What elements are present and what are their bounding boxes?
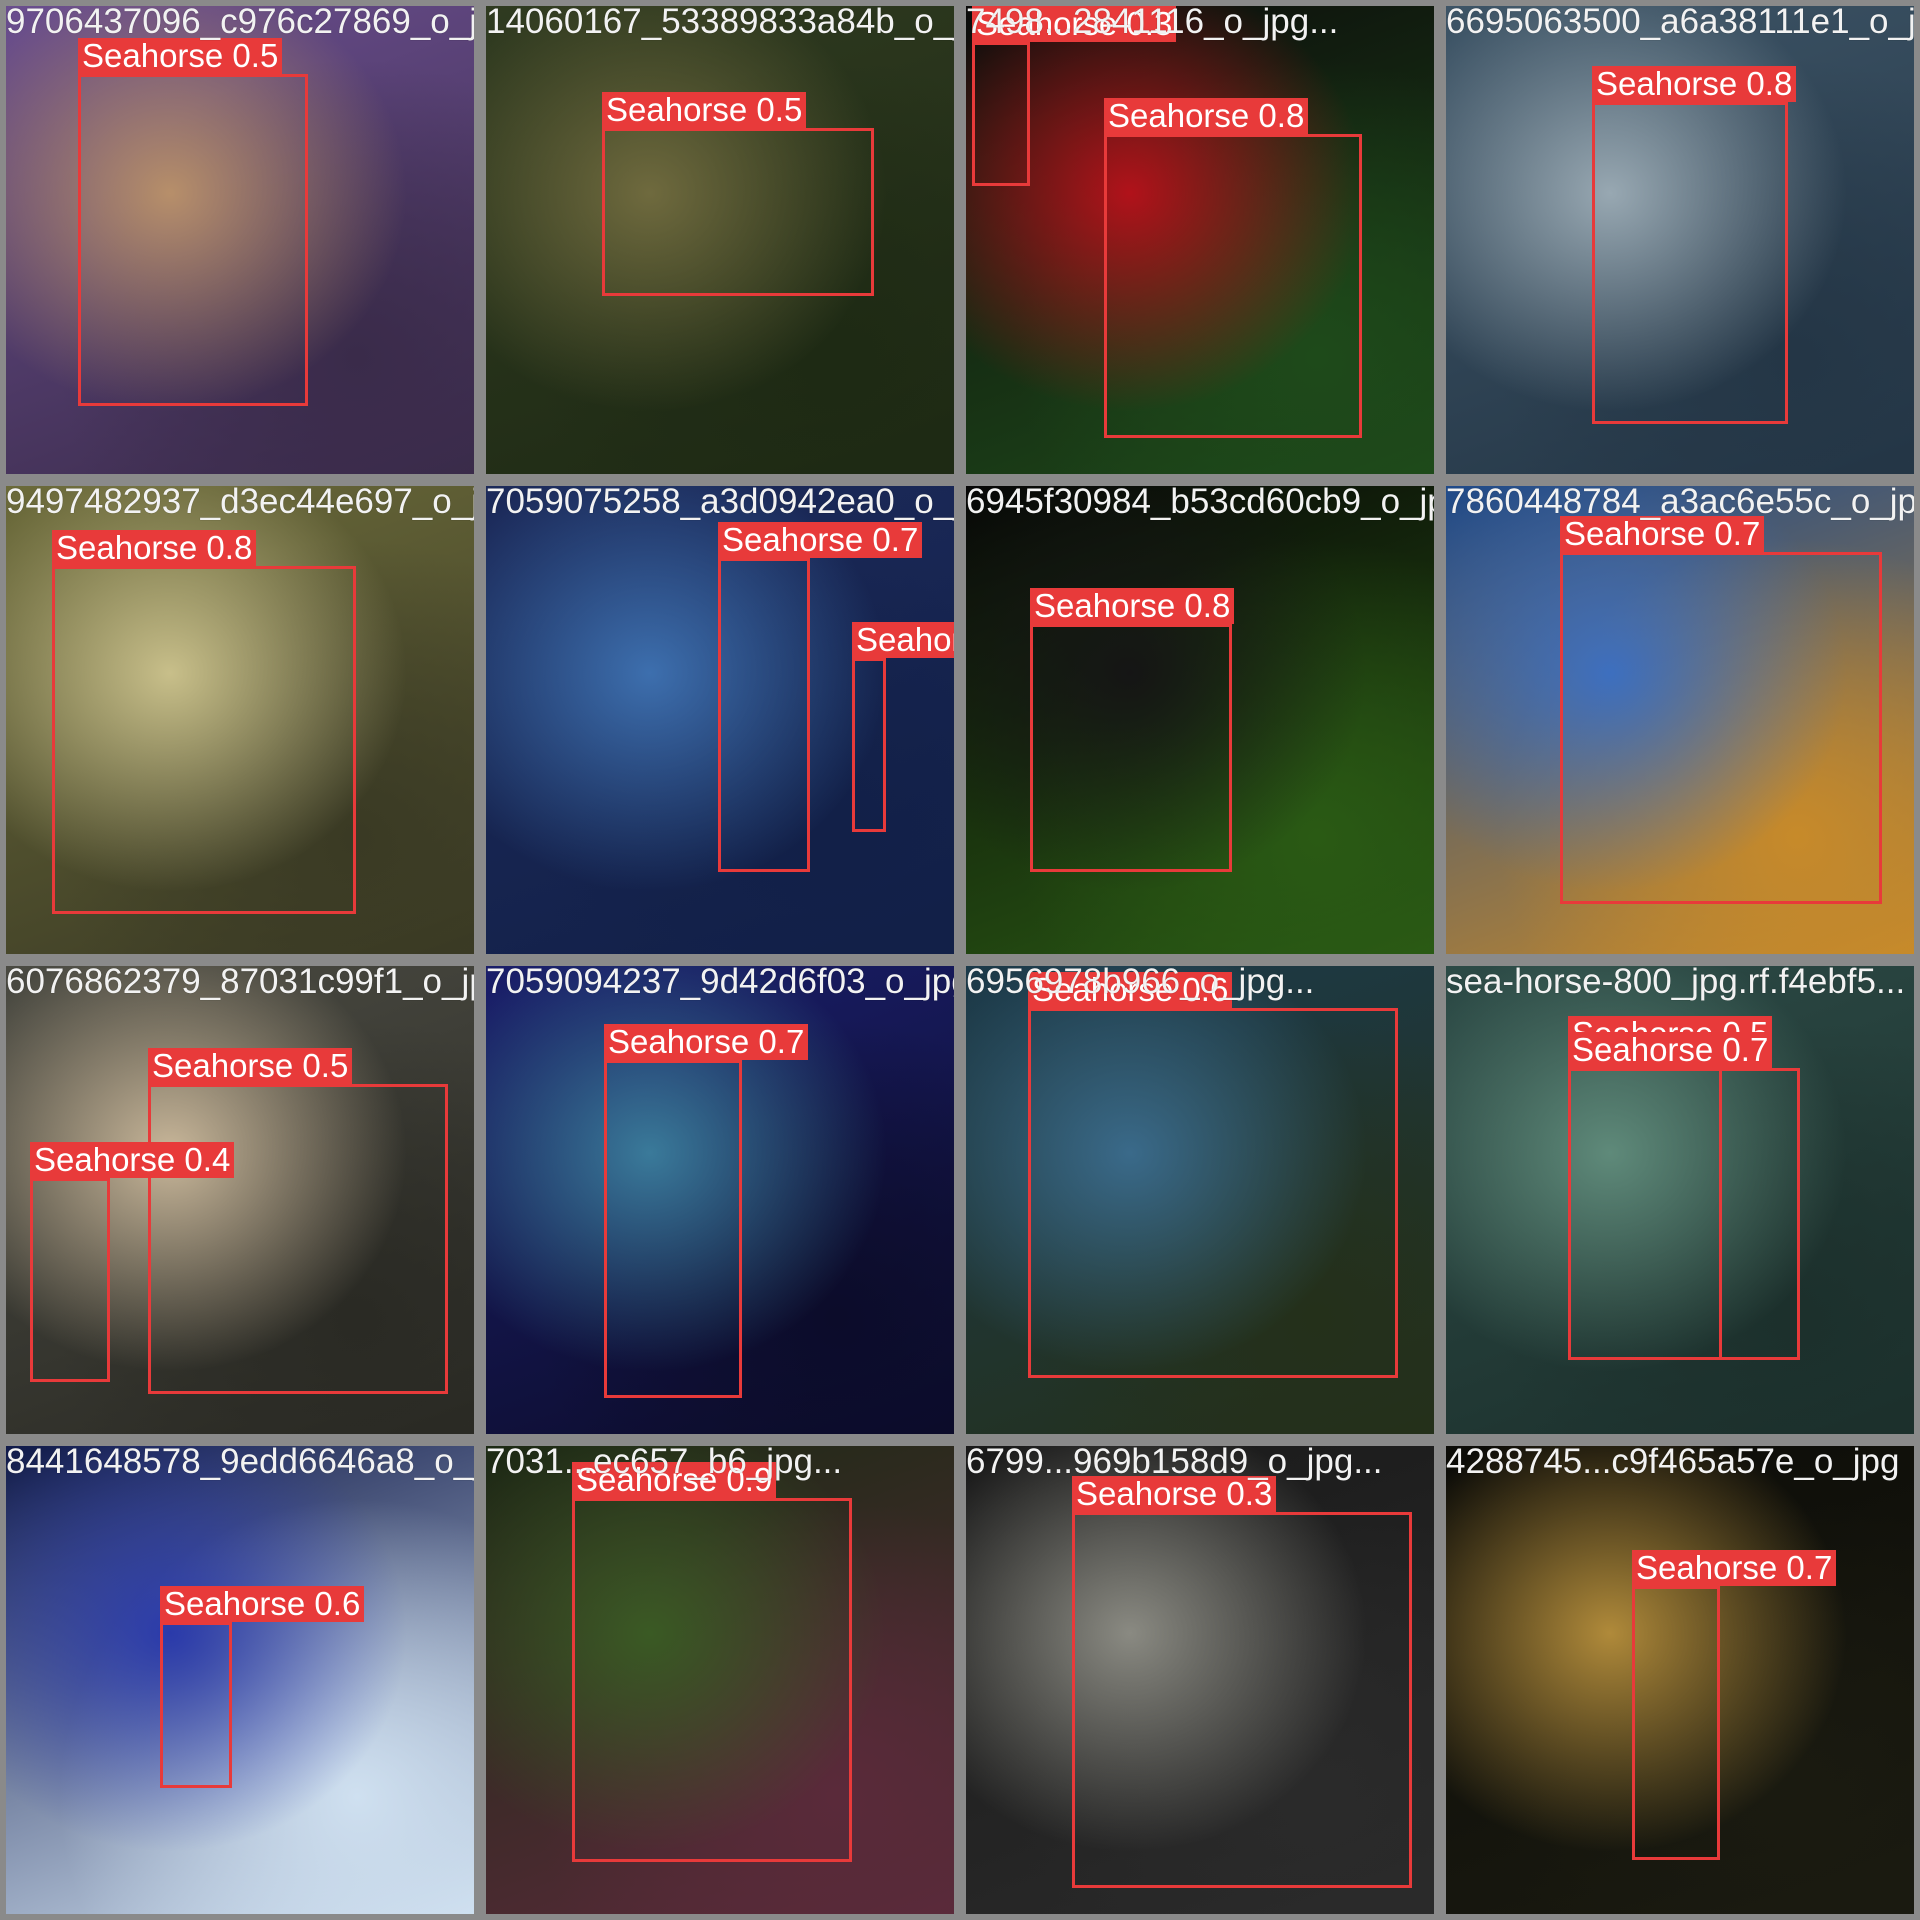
image-tile: 6695063500_a6a38111e1_o_jpg Seahorse 0.8 <box>1440 0 1920 480</box>
detection-box <box>1104 134 1362 438</box>
filename-label: 7031...ec657_b6_jpg... <box>486 1442 843 1481</box>
detection-label: Seahorse 0.5 <box>148 1048 353 1084</box>
image-tile: 9706437096_c976c27869_o_jpg.rf.3a8d...Se… <box>0 0 480 480</box>
detection-box <box>1632 1586 1720 1860</box>
detection-box <box>1592 102 1788 424</box>
detection-mosaic: 9706437096_c976c27869_o_jpg.rf.3a8d...Se… <box>0 0 1920 1920</box>
image-tile: 14060167_53389833a84b_o_jpg... Seahorse 0… <box>480 0 960 480</box>
detection-box <box>148 1084 448 1394</box>
filename-label: 9497482937_d3ec44e697_o_jpg.rf... <box>6 482 479 521</box>
detection-box <box>852 658 886 832</box>
image-tile: 8441648578_9edd6646a8_o_jpg.rf... Seahors… <box>0 1440 480 1920</box>
detection-box <box>602 128 874 296</box>
detection-label: Seahorse 0.3 <box>852 622 954 658</box>
filename-label: 7860448784_a3ac6e55c_o_jpg <box>1446 482 1920 521</box>
image-tile: 7498...2841116_o_jpg... Seahorse 0.3 Seaho… <box>960 0 1440 480</box>
image-tile: 6945f30984_b53cd60cb9_o_jpg... Seahorse 0… <box>960 480 1440 960</box>
image-tile: sea-horse-800_jpg.rf.f4ebf5... Seahorse 0… <box>1440 960 1920 1440</box>
image-tile: 6076862379_87031c99f1_o_jpg.rf... Seahors… <box>0 960 480 1440</box>
detection-label: Seahorse 0.7 <box>1568 1032 1773 1068</box>
detection-label: Seahorse 0.8 <box>52 530 257 566</box>
filename-label: sea-horse-800_jpg.rf.f4ebf5... <box>1446 962 1906 1001</box>
image-tile: 7059094237_9d42d6f03_o_jpg... Seahorse 0.… <box>480 960 960 1440</box>
filename-label: 6799...969b158d9_o_jpg... <box>966 1442 1383 1481</box>
image-tile: 7860448784_a3ac6e55c_o_jpg Seahorse 0.7 <box>1440 480 1920 960</box>
filename-label: 6956978b966_o_jpg... <box>966 962 1315 1001</box>
image-tile: 7031...ec657_b6_jpg... Seahorse 0.9 <box>480 1440 960 1920</box>
filename-label: 6076862379_87031c99f1_o_jpg.rf... <box>6 962 474 1001</box>
detection-box <box>972 42 1030 186</box>
detection-label: Seahorse 0.4 <box>30 1142 235 1178</box>
detection-box <box>718 558 810 872</box>
detection-box <box>52 566 356 914</box>
detection-label: Seahorse 0.8 <box>1030 588 1235 624</box>
detection-box <box>160 1622 232 1788</box>
filename-label: 4288745...c9f465a57e_o_jpg <box>1446 1442 1900 1481</box>
image-tile: 9497482937_d3ec44e697_o_jpg.rf... Seahors… <box>0 480 480 960</box>
detection-label: Seahorse 0.8 <box>1592 66 1797 102</box>
detection-box <box>1072 1512 1412 1888</box>
detection-box <box>1030 624 1232 872</box>
filename-label: 7498...2841116_o_jpg... <box>966 2 1339 41</box>
detection-label: Seahorse 0.7 <box>604 1024 809 1060</box>
detection-label: Seahorse 0.7 <box>1632 1550 1837 1586</box>
detection-box <box>604 1060 742 1398</box>
detection-box <box>1560 552 1882 904</box>
filename-label: 14060167_53389833a84b_o_jpg... <box>486 2 954 41</box>
detection-box <box>1568 1068 1800 1360</box>
filename-label: 6695063500_a6a38111e1_o_jpg <box>1446 2 1920 41</box>
filename-label: 7059075258_a3d0942ea0_o_jpg... <box>486 482 954 521</box>
detection-label: Seahorse 0.5 <box>78 38 283 74</box>
detection-label: Seahorse 0.8 <box>1104 98 1309 134</box>
filename-label: 6945f30984_b53cd60cb9_o_jpg... <box>966 482 1434 521</box>
detection-box <box>1028 1008 1398 1378</box>
detection-label: Seahorse 0.6 <box>160 1586 365 1622</box>
filename-label: 7059094237_9d42d6f03_o_jpg... <box>486 962 960 1001</box>
photo <box>6 1446 474 1914</box>
image-tile: 7059075258_a3d0942ea0_o_jpg...Seahorse 0… <box>480 480 960 960</box>
filename-label: 9706437096_c976c27869_o_jpg.rf.3a8d... <box>6 2 478 41</box>
detection-label: Seahorse 0.5 <box>602 92 807 128</box>
image-tile: 6799...969b158d9_o_jpg... Seahorse 0.3 <box>960 1440 1440 1920</box>
image-tile: 4288745...c9f465a57e_o_jpg Seahorse 0.7 <box>1440 1440 1920 1920</box>
filename-label: 8441648578_9edd6646a8_o_jpg.rf... <box>6 1442 474 1481</box>
image-tile: 6956978b966_o_jpg... Seahorse 0.6 <box>960 960 1440 1440</box>
detection-box <box>30 1178 110 1382</box>
detection-box <box>78 74 308 406</box>
detection-label: Seahorse 0.7 <box>718 522 923 558</box>
detection-box <box>572 1498 852 1862</box>
